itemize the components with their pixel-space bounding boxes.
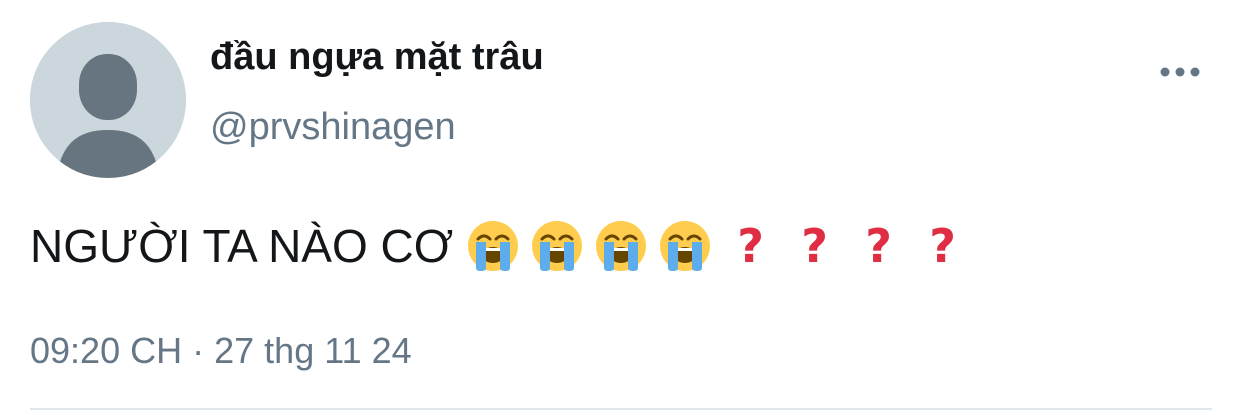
red-question-mark-icon: ?: [801, 219, 828, 273]
tweet-text-content: NGƯỜI TA NÀO CƠ: [30, 220, 454, 272]
tweet-card: đầu ngựa mặt trâu @prvshinagen NGƯỜI TA …: [0, 0, 1242, 415]
red-question-mark-icon: ?: [929, 219, 956, 273]
divider: [30, 408, 1212, 410]
timestamp-separator: ·: [192, 330, 205, 371]
loudly-crying-face-icon: [468, 221, 519, 271]
user-handle[interactable]: @prvshinagen: [210, 106, 456, 149]
emoji-group: [467, 220, 723, 272]
loudly-crying-face-icon: [532, 221, 583, 271]
display-name[interactable]: đầu ngựa mặt trâu: [210, 36, 544, 79]
default-profile-icon: [30, 22, 186, 178]
loudly-crying-face-icon: [596, 221, 647, 271]
red-question-mark-icon: ?: [865, 219, 892, 273]
tweet-date: 27 thg 11 24: [214, 330, 412, 371]
more-options-button[interactable]: [1150, 56, 1210, 88]
loudly-crying-face-icon: [660, 221, 711, 271]
tweet-text: NGƯỜI TA NÀO CƠ ? ? ? ?: [30, 216, 979, 276]
tweet-timestamp[interactable]: 09:20 CH · 27 thg 11 24: [30, 330, 412, 372]
tweet-time: 09:20 CH: [30, 330, 183, 371]
avatar[interactable]: [30, 22, 186, 178]
red-question-mark-icon: ?: [737, 219, 764, 273]
more-horizontal-icon: [1160, 67, 1200, 77]
